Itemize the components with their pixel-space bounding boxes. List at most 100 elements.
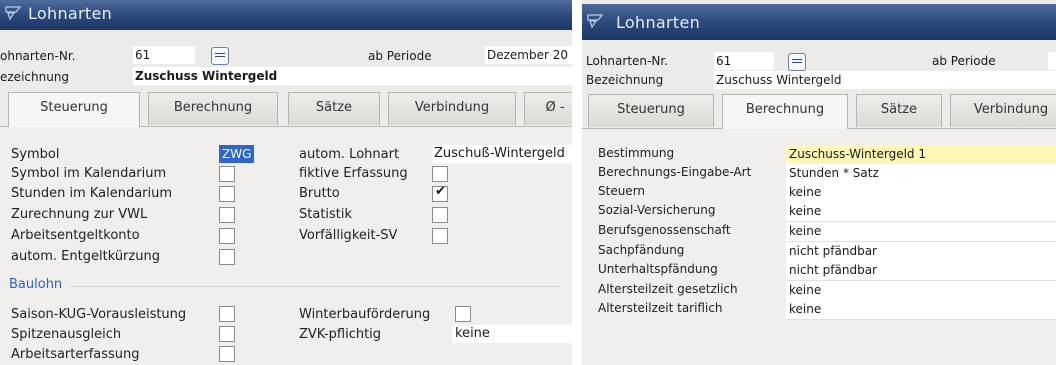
ab-periode-label: ab Periode bbox=[368, 49, 432, 63]
tab-berechnung[interactable]: Berechnung bbox=[722, 94, 848, 129]
fiktive-erfassung-checkbox[interactable] bbox=[432, 166, 448, 182]
tab-label: Berechnung bbox=[173, 100, 253, 115]
symbol-label: Symbol bbox=[11, 147, 60, 162]
eingabe-art-value[interactable]: Stunden * Satz bbox=[786, 164, 1056, 184]
sachpfaendung-label: Sachpfändung bbox=[598, 243, 685, 257]
lohnarten-nr-field[interactable]: 61 bbox=[714, 52, 774, 70]
list-item: Bestimmung Zuschuss-Wintergeld 1 bbox=[598, 145, 1056, 165]
right-window: Lohnarten Lohnarten-Nr. 61 ab Periode Be… bbox=[582, 0, 1056, 365]
unterhaltspfaendung-label: Unterhaltspfändung bbox=[598, 262, 718, 276]
section-divider bbox=[70, 286, 560, 287]
bezeichnung-label: ezeichnung bbox=[0, 70, 70, 84]
eingabe-art-label: Berechnungs-Eingabe-Art bbox=[598, 165, 752, 179]
autom-lohnart-label: autom. Lohnart bbox=[299, 147, 400, 162]
steuerung-content: Symbol ZWG Symbol im Kalendarium Stunden… bbox=[0, 127, 572, 365]
berufsgenossenschaft-value[interactable]: keine bbox=[786, 222, 1056, 242]
saison-kug-checkbox[interactable] bbox=[219, 306, 235, 322]
spitzenausgleich-checkbox[interactable] bbox=[219, 326, 235, 342]
tab-steuerung[interactable]: Steuerung bbox=[8, 92, 140, 127]
tab-label: Berechnung bbox=[745, 102, 825, 117]
window-title: Lohnarten bbox=[28, 4, 113, 23]
arbeitsentgeltkonto-label: Arbeitsentgeltkonto bbox=[11, 228, 140, 243]
symbol-kalendarium-label: Symbol im Kalendarium bbox=[11, 166, 167, 181]
bezeichnung-field[interactable]: Zuschuss Wintergeld bbox=[133, 67, 572, 85]
statistik-label: Statistik bbox=[299, 207, 353, 222]
tab-steuerung[interactable]: Steuerung bbox=[588, 94, 714, 127]
tab-label: Verbindung bbox=[414, 100, 490, 115]
tab-saetze[interactable]: Sätze bbox=[288, 92, 380, 125]
altersteilzeit-gesetzlich-value[interactable]: keine bbox=[786, 281, 1056, 301]
entgeltkuerzung-label: autom. Entgeltkürzung bbox=[11, 249, 160, 264]
list-item: Sachpfändung nicht pfändbar bbox=[598, 242, 1056, 262]
window-icon bbox=[5, 6, 22, 21]
steuern-label: Steuern bbox=[598, 184, 646, 198]
berechnung-content: Bestimmung Zuschuss-Wintergeld 1 Berechnu… bbox=[582, 129, 1056, 365]
zvk-pflichtig-label: ZVK-pflichtig bbox=[299, 327, 382, 342]
sozialversicherung-label: Sozial-Versicherung bbox=[598, 203, 716, 217]
list-lookup-icon[interactable] bbox=[211, 47, 229, 65]
left-tabstrip: Steuerung Berechnung Sätze Verbindung Ø … bbox=[8, 92, 572, 127]
autom-lohnart-field[interactable]: Zuschuß-Wintergeld bbox=[432, 145, 572, 163]
bezeichnung-field[interactable]: Zuschuss Wintergeld bbox=[714, 71, 1056, 89]
stunden-kalendarium-checkbox[interactable] bbox=[219, 186, 235, 202]
tab-label: Steuerung bbox=[617, 102, 685, 117]
statistik-checkbox[interactable] bbox=[432, 207, 448, 223]
list-lookup-icon[interactable] bbox=[788, 53, 806, 71]
ab-periode-label: ab Periode bbox=[932, 54, 996, 68]
arbeitsentgeltkonto-checkbox[interactable] bbox=[219, 228, 235, 244]
entgeltkuerzung-checkbox[interactable] bbox=[219, 249, 235, 265]
zurechnung-vwl-checkbox[interactable] bbox=[219, 207, 235, 223]
section-baulohn: Baulohn bbox=[9, 277, 63, 292]
winterbaufoerderung-label: Winterbauförderung bbox=[299, 307, 431, 322]
list-item: Berufsgenossenschaft keine bbox=[598, 222, 1056, 242]
stunden-kalendarium-label: Stunden im Kalendarium bbox=[11, 186, 173, 201]
lohnarten-nr-label: ohnarten-Nr. bbox=[0, 49, 76, 63]
tab-label: Verbindung bbox=[973, 102, 1049, 117]
list-item: Steuern keine bbox=[598, 183, 1056, 203]
zurechnung-vwl-label: Zurechnung zur VWL bbox=[11, 207, 148, 222]
lohnarten-nr-label: Lohnarten-Nr. bbox=[586, 54, 668, 68]
window-title: Lohnarten bbox=[616, 13, 701, 32]
unterhaltspfaendung-value[interactable]: nicht pfändbar bbox=[786, 261, 1056, 281]
altersteilzeit-gesetzlich-label: Altersteilzeit gesetzlich bbox=[598, 282, 738, 296]
brutto-label: Brutto bbox=[299, 186, 340, 201]
symbol-kalendarium-checkbox[interactable] bbox=[219, 166, 235, 182]
tab-more[interactable]: Ø - bbox=[524, 92, 572, 125]
periode-field[interactable] bbox=[1048, 52, 1056, 70]
tab-label: Sätze bbox=[315, 100, 353, 115]
tab-verbindung[interactable]: Verbindung bbox=[388, 92, 516, 125]
tab-verbindung[interactable]: Verbindung bbox=[950, 94, 1056, 127]
altersteilzeit-tariflich-value[interactable]: keine bbox=[786, 300, 1056, 320]
tab-label: Steuerung bbox=[40, 100, 108, 115]
fiktive-erfassung-label: fiktive Erfassung bbox=[299, 166, 408, 181]
arbeitsarterfassung-checkbox[interactable] bbox=[219, 346, 235, 362]
arbeitsarterfassung-label: Arbeitsarterfassung bbox=[11, 347, 140, 362]
list-item: Berechnungs-Eingabe-Art Stunden * Satz bbox=[598, 164, 1056, 184]
bestimmung-label: Bestimmung bbox=[598, 146, 675, 160]
list-item: Unterhaltspfändung nicht pfändbar bbox=[598, 261, 1056, 281]
tab-saetze[interactable]: Sätze bbox=[856, 94, 942, 127]
lohnarten-nr-field[interactable]: 61 bbox=[133, 46, 195, 64]
brutto-checkbox[interactable] bbox=[432, 184, 448, 202]
bezeichnung-label: Bezeichnung bbox=[586, 73, 664, 87]
bestimmung-value[interactable]: Zuschuss-Wintergeld 1 bbox=[786, 145, 1056, 165]
window-icon bbox=[587, 14, 604, 29]
steuern-value[interactable]: keine bbox=[786, 183, 1056, 203]
symbol-field[interactable]: ZWG bbox=[219, 145, 255, 163]
sozialversicherung-value[interactable]: keine bbox=[786, 202, 1056, 222]
zvk-pflichtig-field[interactable]: keine bbox=[452, 325, 572, 343]
left-window: Lohnarten ohnarten-Nr. 61 ab Periode Dez… bbox=[0, 0, 572, 365]
tab-label: Ø - bbox=[545, 100, 565, 115]
right-tabstrip: Steuerung Berechnung Sätze Verbindung bbox=[588, 94, 1056, 129]
sachpfaendung-value[interactable]: nicht pfändbar bbox=[786, 242, 1056, 262]
left-titlebar: Lohnarten bbox=[0, 0, 572, 30]
spitzenausgleich-label: Spitzenausgleich bbox=[11, 327, 122, 342]
periode-field[interactable]: Dezember 20 bbox=[485, 46, 572, 64]
list-item: Altersteilzeit gesetzlich keine bbox=[598, 281, 1056, 301]
tab-label: Sätze bbox=[880, 102, 918, 117]
vorfaelligkeit-checkbox[interactable] bbox=[432, 228, 448, 244]
winterbaufoerderung-checkbox[interactable] bbox=[455, 306, 471, 322]
berufsgenossenschaft-label: Berufsgenossenschaft bbox=[598, 223, 731, 237]
tab-berechnung[interactable]: Berechnung bbox=[148, 92, 278, 125]
vorfaelligkeit-label: Vorfälligkeit-SV bbox=[299, 228, 398, 243]
